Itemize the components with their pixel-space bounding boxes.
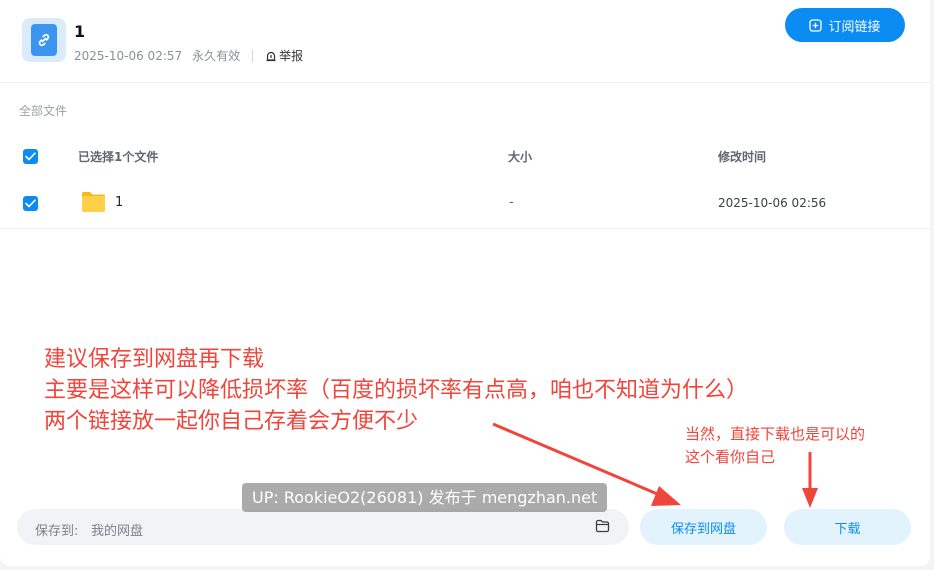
- watermark: UP: RookieO2(26081) 发布于 mengzhan.net: [242, 483, 608, 512]
- arrow-head-download: [802, 488, 818, 508]
- arrow-head-save: [651, 486, 681, 506]
